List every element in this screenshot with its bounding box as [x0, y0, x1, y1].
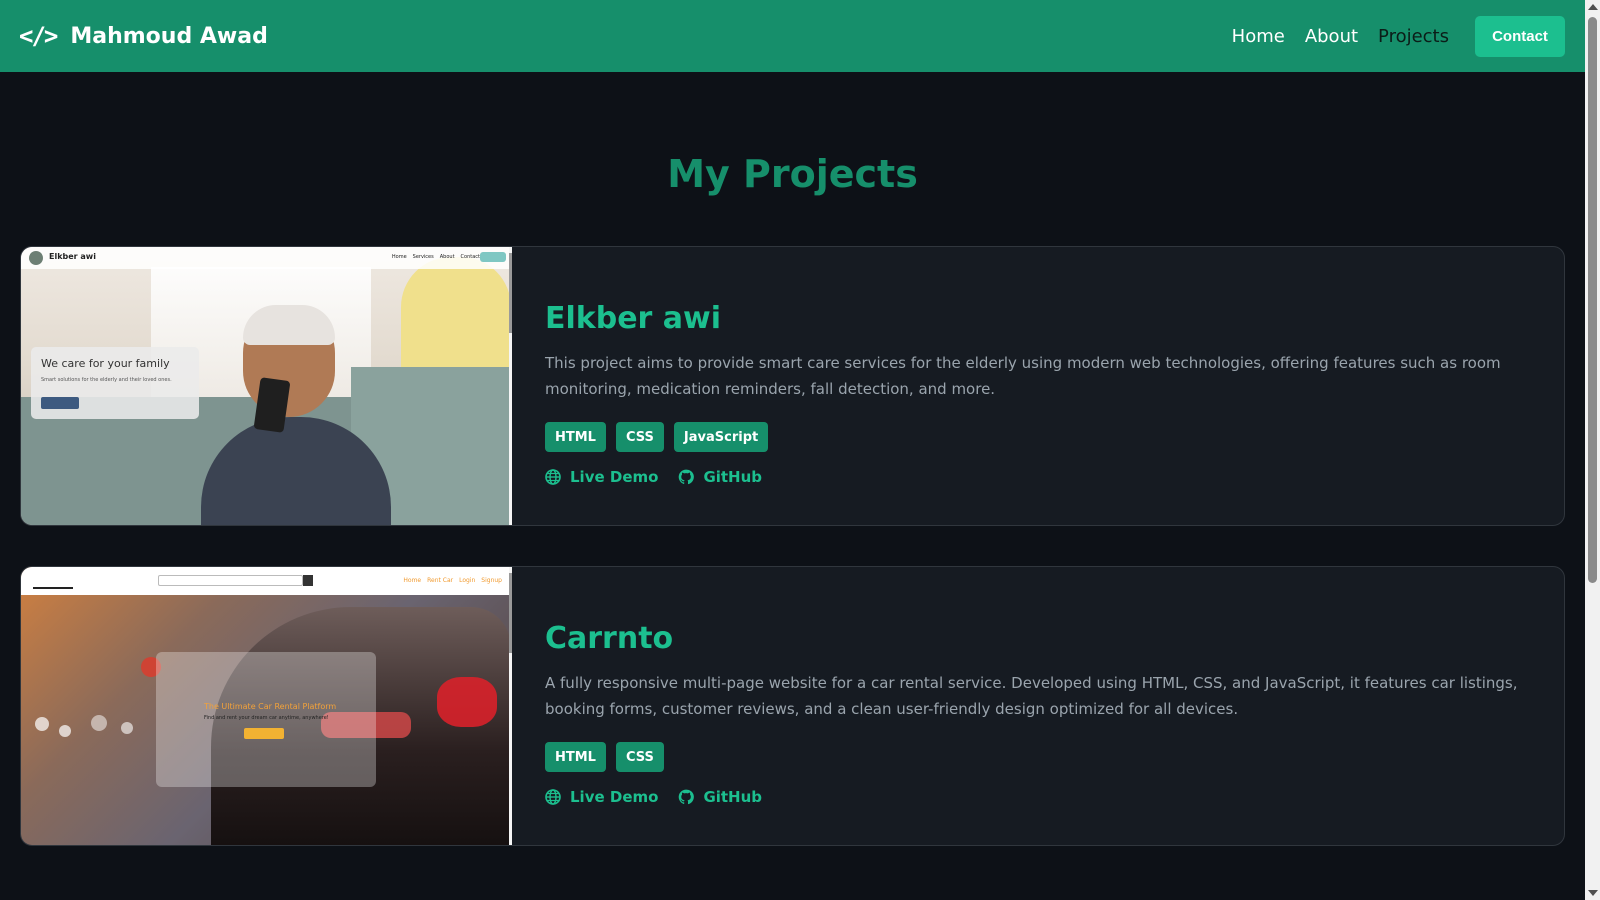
tech-tag: CSS [615, 422, 664, 452]
main-nav: Home About Projects Contact [1232, 15, 1565, 57]
github-label: GitHub [703, 468, 763, 486]
code-icon: </> [19, 22, 58, 50]
project-description: A fully responsive multi-page website fo… [545, 674, 1518, 718]
github-icon [679, 789, 695, 805]
live-demo-label: Live Demo [570, 468, 659, 486]
github-label: GitHub [703, 788, 763, 806]
scroll-up-icon[interactable] [1588, 4, 1598, 10]
nav-home-link[interactable]: Home [1232, 26, 1285, 47]
nav-about-link[interactable]: About [1305, 26, 1358, 47]
globe-icon [545, 789, 561, 805]
project-title: Carrnto [545, 621, 674, 656]
project-screenshot: Elkber awi Home Services About Contact W… [21, 247, 512, 525]
scrollbar-thumb[interactable] [1588, 17, 1597, 583]
project-content: Elkber awi This project aims to provide … [545, 247, 1534, 486]
project-card: Elkber awi Home Services About Contact W… [20, 246, 1565, 526]
brand-name: Mahmoud Awad [70, 23, 268, 49]
project-screenshot: The Ultimate Car Rental Platform Find an… [21, 567, 512, 845]
tech-tag: HTML [545, 742, 606, 772]
github-link[interactable]: GitHub [678, 788, 762, 806]
brand[interactable]: </> Mahmoud Awad [19, 22, 268, 50]
nav-projects-link[interactable]: Projects [1378, 26, 1449, 47]
github-icon [679, 469, 695, 485]
tech-tag: JavaScript [673, 422, 769, 452]
live-demo-label: Live Demo [570, 788, 659, 806]
live-demo-link[interactable]: Live Demo [545, 468, 658, 486]
project-title: Elkber awi [545, 301, 722, 336]
github-link[interactable]: GitHub [678, 468, 762, 486]
tech-tags: HTML CSS [545, 742, 1534, 772]
navbar: </> Mahmoud Awad Home About Projects Con… [0, 0, 1585, 72]
globe-icon [545, 469, 561, 485]
live-demo-link[interactable]: Live Demo [545, 788, 658, 806]
section-title: My Projects [667, 152, 918, 196]
tech-tag: HTML [545, 422, 606, 452]
project-description: This project aims to provide smart care … [545, 354, 1501, 398]
scroll-down-icon[interactable] [1588, 890, 1598, 896]
project-content: Carrnto A fully responsive multi-page we… [545, 567, 1534, 806]
contact-button[interactable]: Contact [1475, 15, 1565, 57]
project-card: The Ultimate Car Rental Platform Find an… [20, 566, 1565, 846]
page-scrollbar[interactable] [1585, 0, 1600, 900]
project-links: Live Demo GitHub [545, 788, 1534, 806]
tech-tags: HTML CSS JavaScript [545, 422, 1534, 452]
project-links: Live Demo GitHub [545, 468, 1534, 486]
tech-tag: CSS [615, 742, 664, 772]
